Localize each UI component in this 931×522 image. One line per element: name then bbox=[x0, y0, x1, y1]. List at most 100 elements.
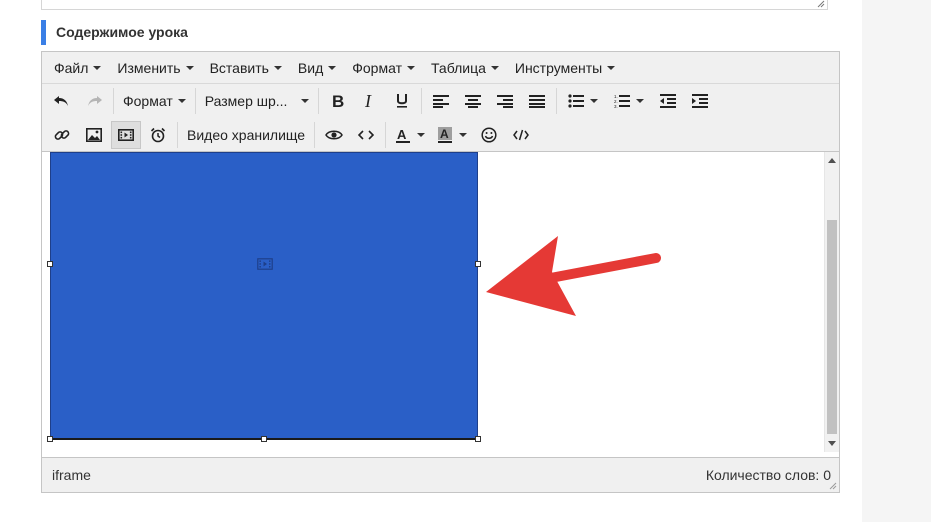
highlight-color-icon: A bbox=[438, 126, 453, 143]
format-dropdown[interactable]: Формат bbox=[117, 87, 192, 115]
background-color-button[interactable]: A bbox=[432, 121, 472, 149]
bold-button[interactable]: B bbox=[323, 87, 353, 115]
text-color-icon: A bbox=[396, 127, 411, 143]
element-path[interactable]: iframe bbox=[52, 467, 91, 483]
insert-media-button[interactable] bbox=[111, 120, 141, 149]
scroll-down-arrow-icon[interactable] bbox=[828, 441, 836, 446]
underline-icon bbox=[396, 94, 407, 108]
menu-tools[interactable]: Инструменты bbox=[507, 52, 623, 83]
text-color-button[interactable]: A bbox=[390, 121, 430, 149]
resize-handle-middle-left[interactable] bbox=[47, 261, 53, 267]
align-right-icon bbox=[496, 95, 513, 108]
insert-image-button[interactable] bbox=[79, 121, 109, 149]
eye-icon bbox=[325, 130, 343, 139]
menu-table[interactable]: Таблица bbox=[423, 52, 507, 83]
font-size-dropdown-label: Размер шр... bbox=[204, 93, 288, 109]
svg-text:A: A bbox=[397, 127, 407, 142]
chevron-down-icon[interactable] bbox=[635, 99, 644, 103]
scrollbar-thumb[interactable] bbox=[827, 220, 837, 434]
menu-view-label: Вид bbox=[297, 59, 324, 76]
underline-button[interactable] bbox=[387, 87, 417, 115]
section-title: Содержимое урока bbox=[41, 20, 188, 45]
align-left-icon bbox=[432, 95, 449, 108]
content-scrollbar[interactable] bbox=[824, 152, 839, 452]
indent-button[interactable] bbox=[685, 87, 715, 115]
chevron-down-icon bbox=[607, 65, 616, 70]
video-storage-button[interactable]: Видео хранилище bbox=[181, 121, 311, 149]
smiley-icon bbox=[481, 126, 497, 143]
redo-icon bbox=[88, 96, 102, 106]
redo-button[interactable] bbox=[79, 87, 109, 115]
editor-menubar: Файл Изменить Вставить Вид Формат Таблиц… bbox=[42, 52, 839, 84]
bold-icon: B bbox=[332, 93, 344, 109]
menu-view[interactable]: Вид bbox=[290, 52, 344, 83]
resize-grip-icon[interactable] bbox=[817, 0, 825, 8]
menu-format[interactable]: Формат bbox=[344, 52, 423, 83]
source-code-button[interactable] bbox=[351, 121, 381, 149]
outdent-icon bbox=[659, 94, 676, 108]
toolbar-separator bbox=[194, 88, 196, 114]
editor-content-area[interactable] bbox=[42, 152, 839, 452]
resize-handle-bottom-middle[interactable] bbox=[261, 436, 267, 442]
menu-edit[interactable]: Изменить bbox=[109, 52, 201, 83]
align-center-button[interactable] bbox=[458, 87, 488, 115]
link-icon bbox=[54, 129, 70, 140]
menu-insert[interactable]: Вставить bbox=[202, 52, 290, 83]
previous-textarea[interactable] bbox=[41, 0, 828, 10]
code-sample-icon bbox=[513, 129, 529, 140]
toolbar-separator bbox=[385, 121, 387, 148]
menu-table-label: Таблица bbox=[430, 59, 486, 76]
media-icon bbox=[118, 128, 134, 141]
emoticons-button[interactable] bbox=[474, 121, 504, 149]
svg-text:3.: 3. bbox=[614, 104, 618, 108]
code-sample-button[interactable] bbox=[506, 121, 536, 149]
chevron-down-icon bbox=[273, 65, 282, 70]
editor-statusbar: iframe Количество слов: 0 bbox=[42, 457, 839, 492]
toolbar-row-1: Формат Размер шр... B I 1. 2. 3. bbox=[42, 84, 839, 118]
chevron-down-icon[interactable] bbox=[589, 99, 598, 103]
menu-format-label: Формат bbox=[352, 59, 402, 76]
rich-text-editor: Файл Изменить Вставить Вид Формат Таблиц… bbox=[41, 51, 840, 493]
toolbar-separator bbox=[113, 88, 114, 114]
numbered-list-button[interactable]: 1. 2. 3. bbox=[607, 87, 651, 115]
svg-text:A: A bbox=[440, 127, 449, 141]
scroll-up-arrow-icon[interactable] bbox=[828, 158, 836, 163]
align-right-button[interactable] bbox=[490, 87, 520, 115]
menu-file-label: Файл bbox=[54, 59, 89, 76]
chevron-down-icon[interactable] bbox=[417, 132, 426, 137]
resize-grip-icon[interactable] bbox=[829, 482, 837, 490]
format-dropdown-label: Формат bbox=[123, 93, 173, 109]
resize-handle-bottom-right[interactable] bbox=[475, 436, 481, 442]
toolbar-separator bbox=[314, 121, 316, 148]
undo-button[interactable] bbox=[47, 87, 77, 115]
resize-handle-bottom-left[interactable] bbox=[47, 436, 53, 442]
menu-file[interactable]: Файл bbox=[46, 52, 109, 83]
toolbar-separator bbox=[317, 88, 319, 114]
toolbar-separator bbox=[177, 121, 178, 148]
toolbar-separator bbox=[555, 88, 557, 114]
align-justify-button[interactable] bbox=[522, 87, 552, 115]
align-center-icon bbox=[464, 95, 481, 108]
menu-insert-label: Вставить bbox=[209, 59, 269, 76]
image-icon bbox=[86, 127, 102, 142]
chevron-down-icon bbox=[328, 65, 337, 70]
font-size-dropdown[interactable]: Размер шр... bbox=[199, 87, 315, 115]
italic-button[interactable]: I bbox=[355, 87, 385, 115]
preview-button[interactable] bbox=[319, 121, 349, 149]
insert-link-button[interactable] bbox=[47, 121, 77, 149]
numbered-list-icon: 1.2.3. bbox=[614, 94, 630, 108]
media-placeholder-icon bbox=[257, 258, 273, 270]
chevron-down-icon bbox=[490, 65, 499, 70]
chevron-down-icon[interactable] bbox=[459, 132, 468, 137]
embedded-video-iframe[interactable] bbox=[50, 152, 478, 440]
bullet-list-button[interactable] bbox=[561, 87, 605, 115]
svg-text:B: B bbox=[332, 93, 344, 109]
chevron-down-icon bbox=[185, 65, 194, 70]
chevron-down-icon bbox=[406, 65, 415, 70]
insert-datetime-button[interactable] bbox=[143, 121, 173, 149]
page: Содержимое урока Файл Изменить Вставить … bbox=[0, 0, 862, 522]
outdent-button[interactable] bbox=[653, 87, 683, 115]
align-left-button[interactable] bbox=[426, 87, 456, 115]
chevron-down-icon bbox=[93, 65, 102, 70]
italic-icon: I bbox=[364, 93, 372, 109]
